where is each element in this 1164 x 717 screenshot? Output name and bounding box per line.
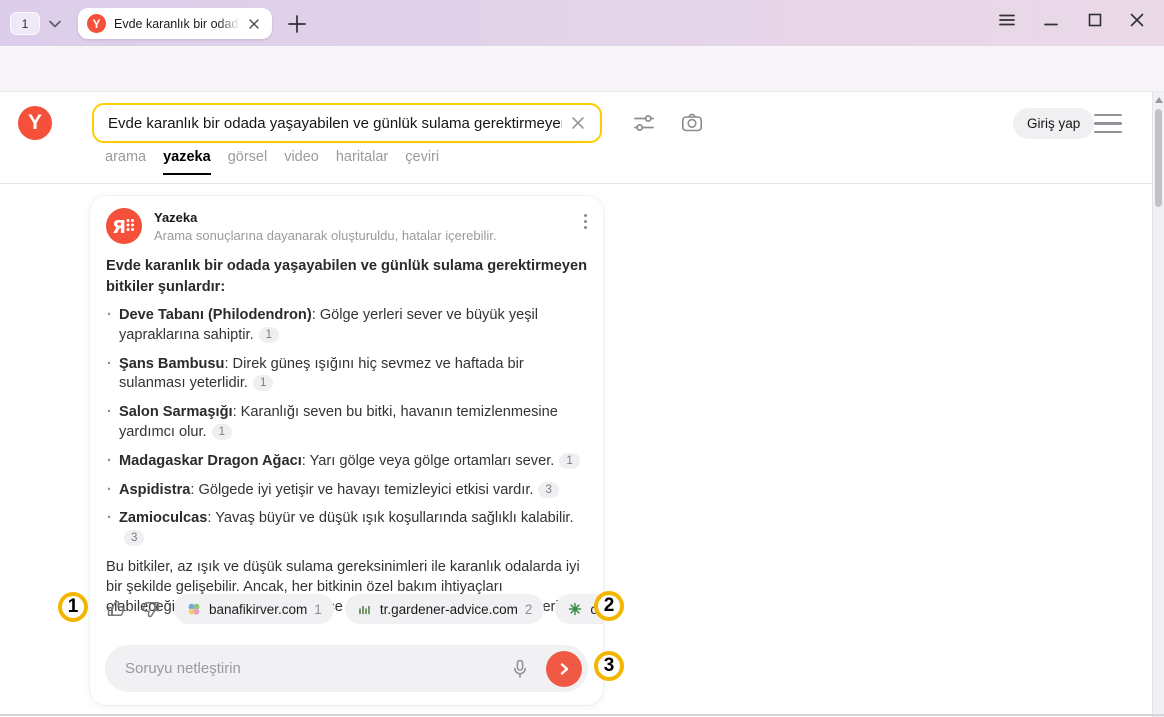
list-item: Madagaskar Dragon Ağacı: Yarı gölge veya… <box>106 452 588 472</box>
tab-counter[interactable]: 1 <box>10 12 40 35</box>
scrollbar-up-icon[interactable] <box>1155 97 1163 103</box>
followup-bar <box>105 645 588 692</box>
list-item: Şans Bambusu: Direk güneş ışığını hiç se… <box>106 355 588 395</box>
citation-badge[interactable]: 1 <box>259 327 279 343</box>
svg-text:Я: Я <box>112 217 126 238</box>
serp-tabs: arama yazeka görsel video haritalar çevi… <box>105 149 439 175</box>
send-chevron-icon <box>556 661 572 677</box>
window-menu-icon[interactable] <box>996 9 1018 31</box>
card-footer: banafikirver.com1 tr.gardener-advice.com… <box>104 594 603 624</box>
citation-badge[interactable]: 3 <box>538 482 558 498</box>
card-header-text: Yazeka Arama sonuçlarına dayanarak oluşt… <box>154 208 497 243</box>
window-bottom-border <box>0 714 1164 716</box>
search-settings-icon[interactable] <box>631 110 657 136</box>
thumbs-up-icon[interactable] <box>104 597 128 621</box>
followup-input[interactable] <box>105 660 508 677</box>
tab-title: Evde karanlık bir odada <box>114 17 240 31</box>
annotation-marker-3: 3 <box>594 651 624 681</box>
tab-yazeka[interactable]: yazeka <box>163 149 211 175</box>
scrollbar-thumb[interactable] <box>1155 109 1162 207</box>
minimize-button[interactable] <box>1040 9 1062 31</box>
tab-video[interactable]: video <box>284 149 319 175</box>
browser-tab[interactable]: Y Evde karanlık bir odada <box>78 8 272 39</box>
list-item: Salon Sarmaşığı: Karanlığı seven bu bitk… <box>106 403 588 443</box>
tab-haritalar[interactable]: haritalar <box>336 149 388 175</box>
tab-ceviri[interactable]: çeviri <box>405 149 439 175</box>
citation-badge[interactable]: 1 <box>212 424 232 440</box>
maximize-button[interactable] <box>1084 9 1106 31</box>
search-box <box>92 103 602 143</box>
yazeka-answer-card: Я Yazeka Arama sonuçlarına dayanarak olu… <box>90 196 603 705</box>
card-disclaimer: Arama sonuçlarına dayanarak oluşturuldu,… <box>154 228 497 243</box>
citation-badge[interactable]: 1 <box>253 375 273 391</box>
yandex-favicon-icon: Y <box>87 14 106 33</box>
scrollbar[interactable] <box>1152 92 1164 717</box>
send-button[interactable] <box>546 651 582 687</box>
new-tab-button[interactable] <box>284 11 310 37</box>
annotation-marker-1: 1 <box>58 592 88 622</box>
green-flower-favicon-icon <box>567 601 583 617</box>
citation-badge[interactable]: 1 <box>559 453 579 469</box>
yandex-logo[interactable]: Y <box>18 106 52 140</box>
answer-heading: Evde karanlık bir odada yaşayabilen ve g… <box>106 256 588 297</box>
list-item: Aspidistra: Gölgede iyi yetişir ve havay… <box>106 481 588 501</box>
card-header: Я Yazeka Arama sonuçlarına dayanarak olu… <box>106 208 587 244</box>
login-button[interactable]: Giriş yap <box>1013 108 1094 139</box>
image-search-icon[interactable] <box>679 110 705 136</box>
grass-favicon-icon <box>357 601 373 617</box>
tab-close-icon[interactable] <box>245 15 263 33</box>
annotation-marker-2: 2 <box>594 591 624 621</box>
source-chip[interactable]: tr.gardener-advice.com2 <box>345 594 545 624</box>
flower-favicon-icon <box>186 601 202 617</box>
hamburger-menu-icon[interactable] <box>1094 114 1122 133</box>
tab-strip: 1 Y Evde karanlık bir odada <box>0 0 1164 46</box>
list-item: Deve Tabanı (Philodendron): Gölge yerler… <box>106 306 588 346</box>
browser-toolbar: Я yandex.com.tr Evde karanlık bir odada … <box>0 46 1164 92</box>
search-input[interactable] <box>94 115 568 132</box>
microphone-icon[interactable] <box>508 657 532 681</box>
tab-arama[interactable]: arama <box>105 149 146 175</box>
yazeka-logo: Я <box>106 208 142 244</box>
card-brand: Yazeka <box>154 208 497 225</box>
tab-gorsel[interactable]: görsel <box>228 149 268 175</box>
browser-window: 1 Y Evde karanlık bir odada <box>0 0 1164 717</box>
chevron-down-icon[interactable] <box>46 16 64 32</box>
tab-title-fade <box>218 17 240 31</box>
search-results-page: Y Giriş yap arama yazeka görsel video ha… <box>0 92 1164 717</box>
clear-search-icon[interactable] <box>568 113 588 133</box>
header-divider <box>0 183 1152 184</box>
answer-list: Deve Tabanı (Philodendron): Gölge yerler… <box>106 306 587 549</box>
thumbs-down-icon[interactable] <box>139 597 163 621</box>
list-item: Zamioculcas: Yavaş büyür ve düşük ışık k… <box>106 509 588 549</box>
source-chip[interactable]: banafikirver.com1 <box>174 594 334 624</box>
citation-badge[interactable]: 3 <box>124 530 144 546</box>
window-close-button[interactable] <box>1126 9 1148 31</box>
card-menu-icon[interactable] <box>584 214 587 229</box>
